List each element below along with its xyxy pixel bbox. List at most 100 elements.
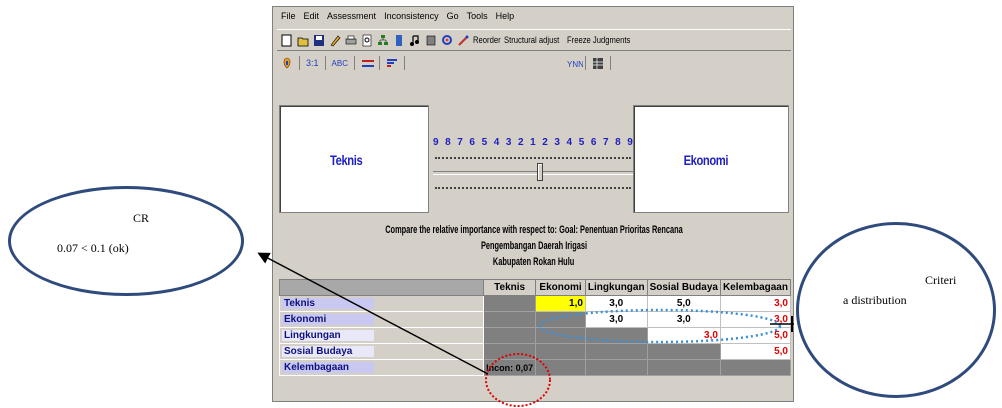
svg-text:YNN: YNN [567, 60, 583, 69]
column-header[interactable]: Lingkungan [584, 279, 648, 296]
row-header-label: Lingkungan [282, 330, 374, 341]
graphical-mode-icon[interactable] [361, 57, 374, 70]
scale-dots-bottom [435, 187, 631, 189]
scale-number[interactable]: 3 [554, 137, 560, 148]
table-row: Sosial Budaya 5,0 [278, 343, 792, 360]
calculator-icon[interactable] [425, 34, 437, 47]
main-toolbar: Reorder Structural adjust Freeze Judgmen… [277, 29, 791, 51]
toolbar-separator [353, 56, 355, 70]
freeze-judgments-button[interactable]: Freeze Judgments [567, 35, 630, 45]
scale-number[interactable]: 9 [433, 137, 439, 148]
matrix-view-icon[interactable]: YNN [567, 57, 584, 70]
print-icon[interactable] [345, 34, 357, 47]
matrix-cell[interactable]: 5,0 [719, 327, 792, 344]
scale-number[interactable]: 8 [615, 137, 621, 148]
column-header[interactable]: Kelembagaan [719, 279, 792, 296]
inconsistency-readout: Incon: 0,07 [483, 359, 537, 376]
toolbar-separator [403, 56, 405, 70]
structural-adjust-button[interactable]: Structural adjust [504, 35, 559, 45]
toolbar-separator [584, 56, 586, 70]
matrix-cell [483, 343, 537, 360]
matrix-cell[interactable]: 3,0 [646, 311, 721, 328]
matrix-cell [483, 295, 537, 312]
table-row: Kelembagaan Incon: 0,07 [278, 359, 792, 376]
matrix-cell[interactable]: 3,0 [584, 295, 648, 312]
matrix-cell [584, 327, 648, 344]
scale-number[interactable]: 7 [603, 137, 609, 148]
scale-number[interactable]: 5 [482, 137, 488, 148]
row-header-label: Sosial Budaya [282, 346, 374, 357]
row-header[interactable]: Teknis [278, 295, 485, 312]
left-criterion-panel: Teknis [279, 105, 429, 213]
questionnaire-mode-icon[interactable] [386, 57, 398, 70]
prompt-line-1: Compare the relative importance with res… [385, 224, 683, 252]
menu-go[interactable]: Go [447, 11, 459, 29]
matrix-cell[interactable]: 3,0 [719, 311, 792, 328]
row-header[interactable]: Sosial Budaya [278, 343, 485, 360]
hierarchy-icon[interactable] [377, 34, 389, 47]
row-header[interactable]: Ekonomi [278, 311, 485, 328]
scale-number[interactable]: 7 [457, 137, 463, 148]
expert-choice-window: File Edit Assessment Inconsistency Go To… [272, 6, 794, 402]
matrix-cell[interactable]: 3,0 [719, 295, 792, 312]
data-grid-icon[interactable] [393, 34, 405, 47]
matrix-cell [584, 343, 648, 360]
column-header[interactable]: Sosial Budaya [646, 279, 721, 296]
scale-numbers: 98765432123456789 [433, 137, 633, 148]
reorder-button[interactable]: Reorder [473, 35, 501, 45]
verbal-mode-button[interactable]: ABC [332, 59, 348, 68]
slider-track[interactable] [433, 171, 633, 175]
menu-file[interactable]: File [281, 11, 296, 29]
comparison-prompt: Compare the relative importance with res… [279, 219, 789, 273]
spreadsheet-icon[interactable] [592, 57, 604, 70]
row-header-label: Ekonomi [282, 314, 374, 325]
scale-number[interactable]: 6 [591, 137, 597, 148]
matrix-cell [483, 311, 537, 328]
matrix-cell [584, 359, 648, 376]
table-row: Lingkungan 3,0 5,0 [278, 327, 792, 344]
refresh-icon[interactable] [441, 34, 453, 47]
scale-number[interactable]: 9 [627, 137, 633, 148]
matrix-cell [646, 359, 721, 376]
matrix-cell-selected[interactable]: 1,0 [535, 295, 586, 312]
numeric-mode-button[interactable]: 3:1 [306, 58, 319, 68]
scale-number[interactable]: 2 [518, 137, 524, 148]
open-folder-icon[interactable] [297, 34, 309, 47]
matrix-cell[interactable]: 5,0 [646, 295, 721, 312]
scale-number[interactable]: 6 [469, 137, 475, 148]
right-criterion-panel: Ekonomi [633, 105, 789, 213]
matrix-cell [535, 311, 586, 328]
menu-inconsistency[interactable]: Inconsistency [384, 11, 439, 29]
save-icon[interactable] [313, 34, 325, 47]
scale-number[interactable]: 8 [445, 137, 451, 148]
new-file-icon[interactable] [281, 34, 293, 47]
print-preview-icon[interactable] [361, 34, 373, 47]
toolbar-separator [299, 56, 300, 70]
menu-tools[interactable]: Tools [467, 11, 488, 29]
scale-number[interactable]: 4 [567, 137, 573, 148]
row-header[interactable]: Lingkungan [278, 327, 485, 344]
matrix-cell[interactable]: 3,0 [584, 311, 648, 328]
table-row: Ekonomi 3,0 3,0 3,0 [278, 311, 792, 328]
color-balloon-icon[interactable] [281, 57, 293, 70]
row-header[interactable]: Kelembagaan [278, 359, 485, 376]
table-row: Teknis 1,0 3,0 5,0 3,0 [278, 295, 792, 312]
slider-thumb[interactable] [537, 163, 543, 181]
wand-icon[interactable] [457, 34, 469, 47]
menu-edit[interactable]: Edit [304, 11, 320, 29]
scale-number[interactable]: 3 [506, 137, 512, 148]
edit-pen-icon[interactable] [329, 34, 341, 47]
scale-number[interactable]: 4 [494, 137, 500, 148]
matrix-cell [483, 327, 537, 344]
matrix-cell[interactable]: 5,0 [719, 343, 792, 360]
menu-assessment[interactable]: Assessment [327, 11, 376, 29]
column-header[interactable]: Teknis [483, 279, 537, 296]
column-header[interactable]: Ekonomi [535, 279, 586, 296]
music-note-icon[interactable] [409, 34, 421, 47]
matrix-cell[interactable]: 3,0 [646, 327, 721, 344]
scale-number[interactable]: 1 [530, 137, 536, 148]
scale-number[interactable]: 5 [579, 137, 585, 148]
menu-help[interactable]: Help [496, 11, 515, 29]
scale-number[interactable]: 2 [542, 137, 548, 148]
toolbar-separator [324, 56, 326, 70]
